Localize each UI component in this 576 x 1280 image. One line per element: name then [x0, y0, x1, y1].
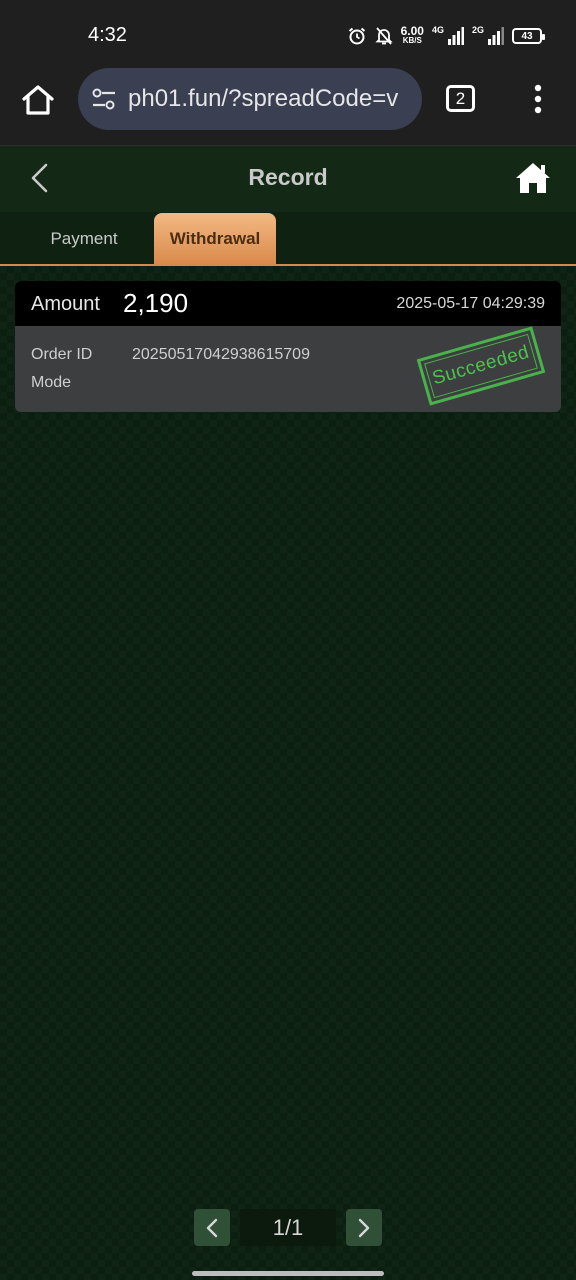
- status-bar: 4:32 6.00 KB/S 4G 2G 43: [0, 0, 576, 66]
- more-vert-icon[interactable]: [528, 82, 548, 116]
- pagination: 1/1: [194, 1209, 382, 1246]
- tab-withdrawal[interactable]: Withdrawal: [154, 213, 276, 264]
- url-text[interactable]: ph01.fun/?spreadCode=v: [128, 85, 398, 113]
- network-speed: 6.00 KB/S: [400, 24, 424, 46]
- status-icons: 6.00 KB/S 4G 2G 43: [347, 24, 545, 48]
- record-card: Amount 2,190 2025-05-17 04:29:39 Order I…: [15, 281, 561, 412]
- status-stamp: Succeeded: [416, 326, 546, 406]
- signal-2-label: 2G: [471, 25, 484, 35]
- bell-off-icon: [374, 27, 393, 45]
- network-speed-unit: KB/S: [402, 36, 422, 45]
- alarm-icon: [348, 27, 365, 45]
- amount-label: Amount: [31, 293, 100, 315]
- gesture-handle[interactable]: [192, 1271, 384, 1276]
- site-settings-icon[interactable]: [90, 85, 118, 113]
- signal-1-label: 4G: [431, 25, 444, 35]
- browser-home-icon[interactable]: [20, 82, 56, 118]
- status-stamp-text: Succeeded: [430, 341, 532, 390]
- home-icon[interactable]: [514, 160, 552, 196]
- browser-toolbar: ph01.fun/?spreadCode=v 2: [0, 66, 576, 146]
- mode-label: Mode: [31, 374, 72, 391]
- tab-count: 2: [455, 88, 466, 108]
- next-page-button[interactable]: [346, 1209, 382, 1246]
- order-id-label: Order ID: [31, 346, 93, 363]
- address-bar[interactable]: ph01.fun/?spreadCode=v: [78, 68, 422, 130]
- chevron-left-icon: [206, 1218, 218, 1237]
- signal-2-icon: [488, 27, 504, 45]
- record-tabs: Payment Withdrawal: [0, 212, 576, 266]
- status-time: 4:32: [88, 24, 127, 46]
- page-title: Record: [248, 164, 328, 190]
- app-header: Record: [0, 146, 576, 212]
- record-card-header: Amount 2,190 2025-05-17 04:29:39: [15, 281, 561, 326]
- battery-icon: 43: [512, 28, 545, 44]
- page-indicator: 1/1: [240, 1209, 336, 1246]
- record-datetime: 2025-05-17 04:29:39: [396, 295, 545, 312]
- prev-page-button[interactable]: [194, 1209, 230, 1246]
- tab-payment[interactable]: Payment: [30, 213, 138, 264]
- battery-level: 43: [521, 30, 533, 42]
- amount-value: 2,190: [123, 288, 189, 318]
- screen: 4:32 6.00 KB/S 4G 2G 43 ph01.fun/?spread…: [0, 0, 576, 1280]
- network-speed-value: 6.00: [400, 24, 424, 38]
- record-card-body: Order ID 20250517042938615709 Mode Succe…: [15, 326, 561, 412]
- tab-switcher-button[interactable]: 2: [446, 85, 475, 112]
- order-id-value: 20250517042938615709: [132, 346, 310, 363]
- signal-1-icon: [447, 27, 464, 45]
- chevron-right-icon: [358, 1218, 370, 1237]
